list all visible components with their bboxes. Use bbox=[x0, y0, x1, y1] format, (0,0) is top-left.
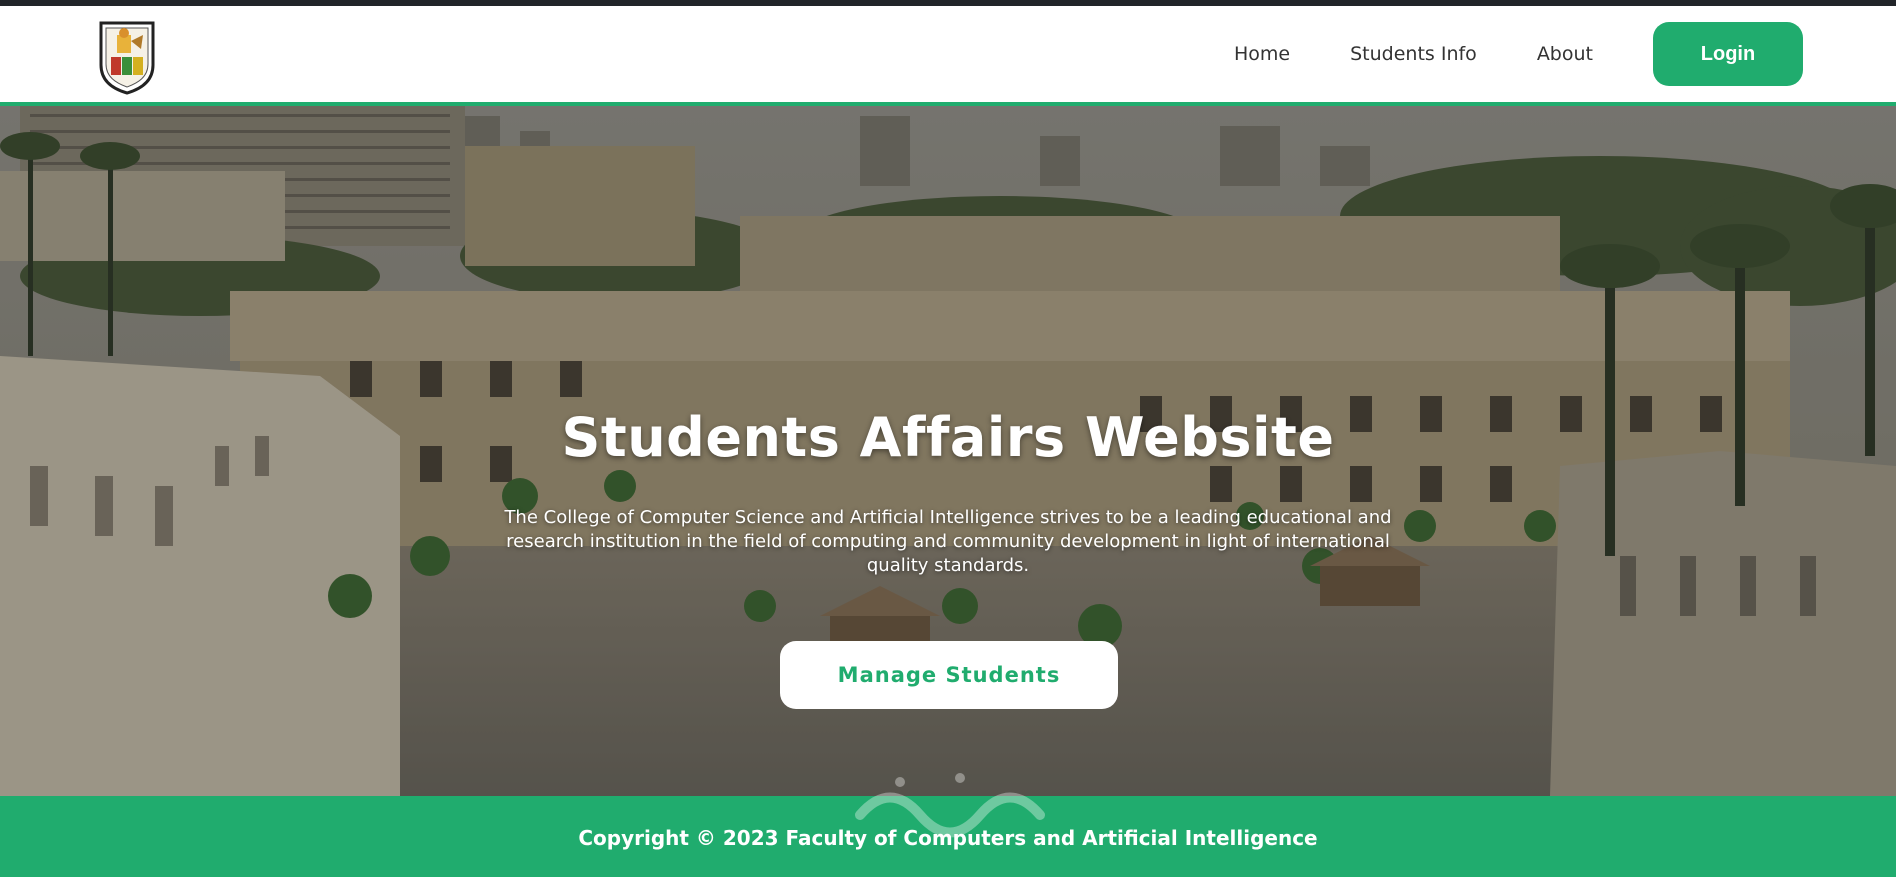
nav-students-info-link[interactable]: Students Info bbox=[1350, 43, 1477, 65]
hero-title: Students Affairs Website bbox=[561, 406, 1335, 469]
manage-students-button[interactable]: Manage Students bbox=[780, 641, 1118, 709]
university-crest-icon[interactable] bbox=[97, 19, 157, 95]
navbar: Home Students Info About Login bbox=[0, 6, 1896, 106]
nav-about-link[interactable]: About bbox=[1537, 43, 1593, 65]
main-nav: Home Students Info About Login bbox=[1234, 6, 1896, 102]
hero-description: The College of Computer Science and Arti… bbox=[504, 507, 1392, 576]
nav-home-link[interactable]: Home bbox=[1234, 43, 1290, 65]
login-button[interactable]: Login bbox=[1653, 22, 1803, 86]
hero-section: Students Affairs Website The College of … bbox=[0, 106, 1896, 796]
watermark-logo-icon bbox=[855, 773, 1045, 838]
